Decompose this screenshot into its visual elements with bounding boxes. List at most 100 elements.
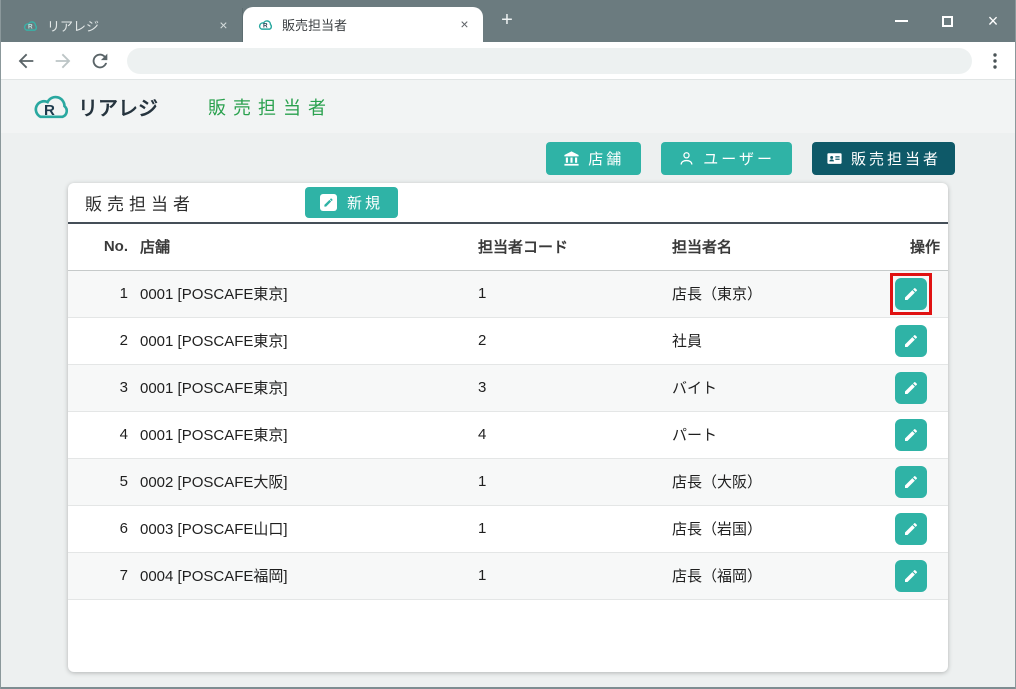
user-icon (678, 150, 695, 167)
row-number-cell: 1 (68, 270, 140, 317)
browser-toolbar (0, 42, 1016, 80)
pencil-icon (903, 568, 919, 584)
titlebar: R リアレジ × R 販売担当者 × + × (0, 0, 1016, 42)
page-title: 販売担当者 (208, 94, 333, 120)
store-cell: 0001 [POSCAFE東京] (140, 317, 478, 364)
staff-name-cell: 店長（東京） (672, 270, 868, 317)
edit-button[interactable] (895, 466, 927, 498)
column-header-no: No. (68, 224, 140, 270)
table-row: 3 0001 [POSCAFE東京] 3 バイト (68, 364, 948, 411)
staff-code-cell: 4 (478, 411, 672, 458)
svg-text:R: R (28, 23, 33, 30)
edit-button-highlight (890, 508, 932, 550)
edit-button-highlight (890, 461, 932, 503)
sales-staff-panel: 販売担当者 新規 No. 店舗 担当者コード 担当者名 操作 1 0 (68, 183, 948, 672)
logo-text: リアレジ (78, 92, 158, 121)
back-button[interactable] (15, 50, 37, 72)
tab-rearegi[interactable]: R リアレジ × (8, 8, 243, 42)
app-favicon-icon: R (22, 17, 39, 34)
store-cell: 0003 [POSCAFE山口] (140, 505, 478, 552)
sales-staff-table: No. 店舗 担当者コード 担当者名 操作 1 0001 [POSCAFE東京]… (68, 224, 948, 600)
table-row: 6 0003 [POSCAFE山口] 1 店長（岩国） (68, 505, 948, 552)
minimize-button[interactable] (878, 0, 924, 42)
row-number-cell: 6 (68, 505, 140, 552)
tab-title: リアレジ (47, 16, 215, 35)
maximize-icon (942, 16, 953, 27)
pencil-icon (903, 380, 919, 396)
id-card-icon (826, 150, 843, 167)
table-row: 5 0002 [POSCAFE大阪] 1 店長（大阪） (68, 458, 948, 505)
edit-button[interactable] (895, 325, 927, 357)
staff-name-cell: 社員 (672, 317, 868, 364)
browser-menu-icon[interactable] (986, 50, 1004, 72)
column-header-code: 担当者コード (478, 224, 672, 270)
row-number-cell: 7 (68, 552, 140, 599)
staff-code-cell: 1 (478, 458, 672, 505)
bank-icon (563, 150, 580, 167)
app-favicon-icon: R (257, 16, 274, 33)
edit-button-highlight (890, 367, 932, 409)
staff-code-cell: 3 (478, 364, 672, 411)
edit-button[interactable] (895, 278, 927, 310)
close-icon: × (988, 12, 999, 30)
nav-button-label: 店舗 (588, 148, 624, 169)
row-number-cell: 4 (68, 411, 140, 458)
column-header-store: 店舗 (140, 224, 478, 270)
table-row: 1 0001 [POSCAFE東京] 1 店長（東京） (68, 270, 948, 317)
row-number-cell: 5 (68, 458, 140, 505)
maximize-button[interactable] (924, 0, 970, 42)
tab-close-icon[interactable]: × (456, 16, 473, 33)
table-row: 7 0004 [POSCAFE福岡] 1 店長（福岡） (68, 552, 948, 599)
close-button[interactable]: × (970, 0, 1016, 42)
nav-button-sales-staff[interactable]: 販売担当者 (812, 142, 955, 175)
tab-close-icon[interactable]: × (215, 17, 232, 34)
main-content: 店舗 ユーザー 販売担当者 販売担当者 新規 No. (0, 133, 1016, 689)
edit-button[interactable] (895, 560, 927, 592)
store-cell: 0001 [POSCAFE東京] (140, 364, 478, 411)
edit-button[interactable] (895, 419, 927, 451)
nav-button-users[interactable]: ユーザー (661, 142, 792, 175)
staff-name-cell: 店長（岩国） (672, 505, 868, 552)
staff-name-cell: パート (672, 411, 868, 458)
new-tab-button[interactable]: + (493, 7, 521, 35)
nav-button-label: ユーザー (703, 148, 775, 169)
pencil-icon (320, 194, 337, 211)
row-number-cell: 2 (68, 317, 140, 364)
pencil-icon (903, 333, 919, 349)
table-row: 2 0001 [POSCAFE東京] 2 社員 (68, 317, 948, 364)
staff-code-cell: 2 (478, 317, 672, 364)
forward-button[interactable] (52, 50, 74, 72)
pencil-icon (903, 286, 919, 302)
edit-button-highlight (890, 320, 932, 362)
pencil-icon (903, 474, 919, 490)
edit-button[interactable] (895, 513, 927, 545)
staff-code-cell: 1 (478, 552, 672, 599)
svg-text:R: R (263, 23, 268, 30)
cloud-r-logo-icon: R (30, 91, 74, 123)
panel-header: 販売担当者 新規 (68, 183, 948, 224)
minimize-icon (895, 20, 908, 22)
nav-button-label: 販売担当者 (851, 148, 941, 169)
entity-nav: 店舗 ユーザー 販売担当者 (0, 133, 1016, 175)
pencil-icon (903, 521, 919, 537)
edit-button-highlight (890, 273, 932, 315)
row-number-cell: 3 (68, 364, 140, 411)
new-button-label: 新規 (347, 192, 383, 213)
nav-button-stores[interactable]: 店舗 (546, 142, 641, 175)
staff-code-cell: 1 (478, 505, 672, 552)
staff-name-cell: 店長（福岡） (672, 552, 868, 599)
edit-button-highlight (890, 414, 932, 456)
svg-text:R: R (44, 102, 55, 119)
pencil-icon (903, 427, 919, 443)
reload-button[interactable] (89, 50, 111, 72)
app-header: R リアレジ 販売担当者 (0, 80, 1016, 133)
store-cell: 0001 [POSCAFE東京] (140, 270, 478, 317)
edit-button[interactable] (895, 372, 927, 404)
address-bar[interactable] (127, 48, 972, 74)
tab-sales-staff[interactable]: R 販売担当者 × (243, 7, 483, 42)
table-header-row: No. 店舗 担当者コード 担当者名 操作 (68, 224, 948, 270)
staff-name-cell: バイト (672, 364, 868, 411)
new-record-button[interactable]: 新規 (305, 187, 398, 218)
store-cell: 0002 [POSCAFE大阪] (140, 458, 478, 505)
staff-name-cell: 店長（大阪） (672, 458, 868, 505)
